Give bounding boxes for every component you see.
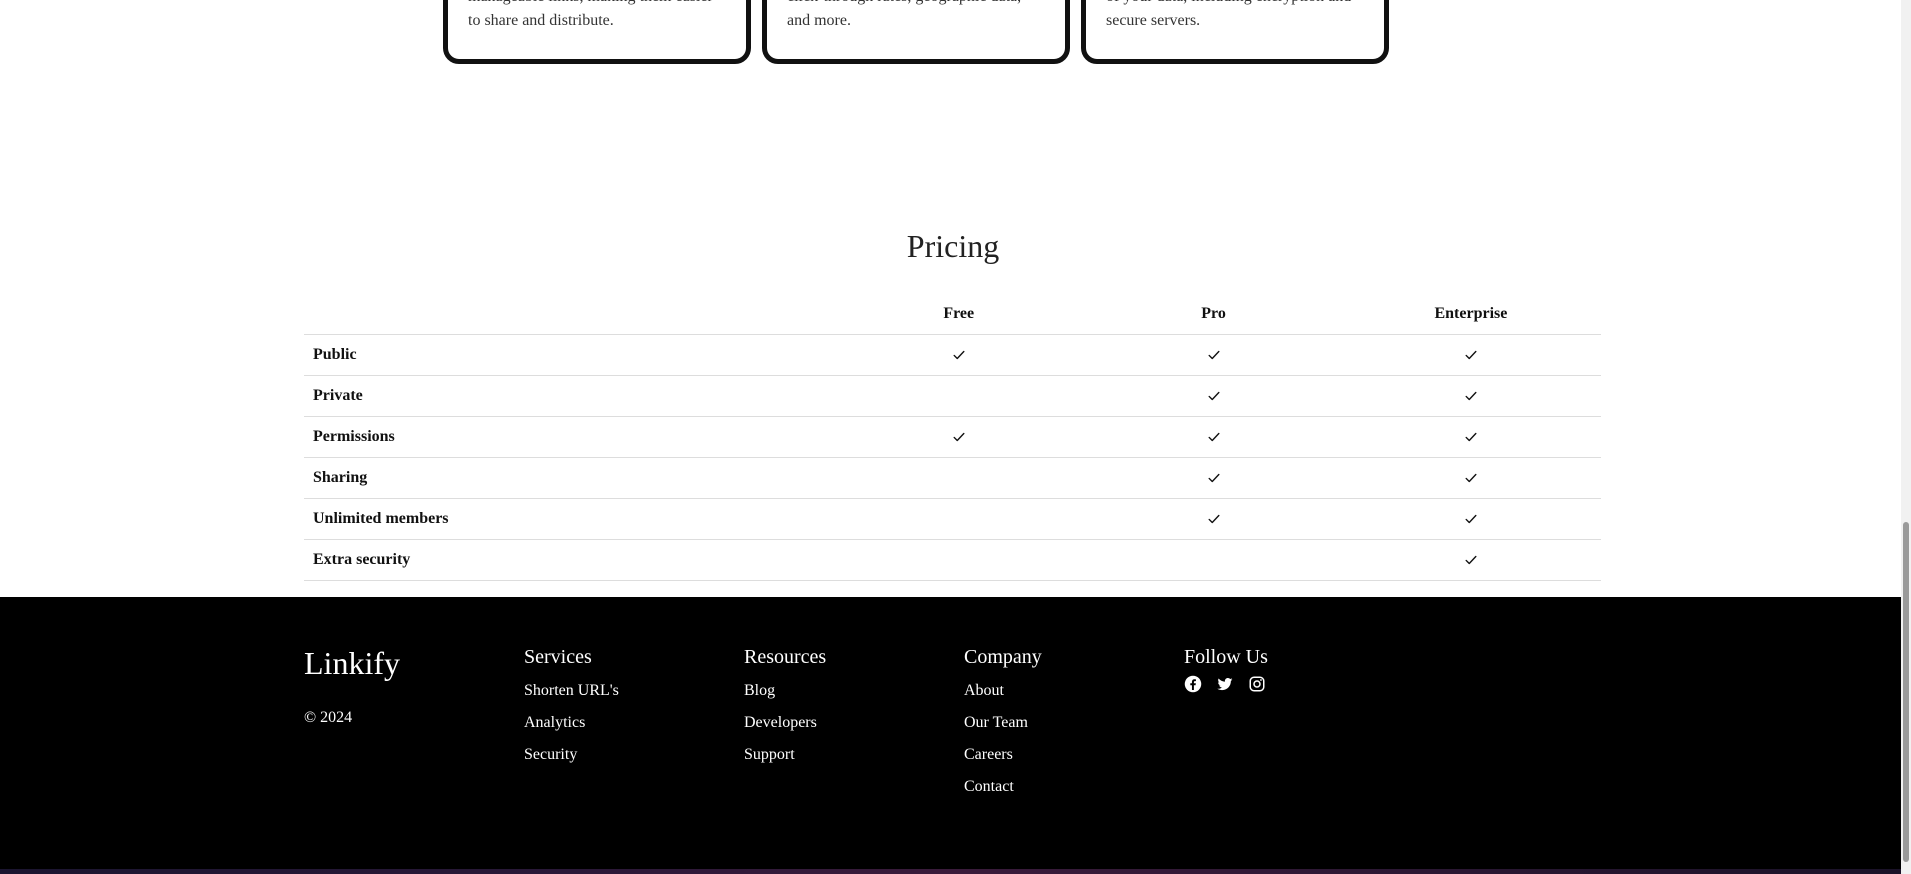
pricing-cell-pro — [1086, 498, 1341, 540]
pricing-feature-label: Extra security — [304, 539, 832, 581]
scrollbar[interactable] — [1901, 0, 1911, 874]
pricing-cell-free — [831, 334, 1087, 376]
plan-header-enterprise: Enterprise — [1340, 293, 1601, 335]
check-icon — [1464, 387, 1478, 404]
pricing-table: Free Pro Enterprise Public Private Permiss… — [304, 293, 1601, 581]
scrollbar-thumb[interactable] — [1903, 522, 1909, 862]
social-links — [1184, 675, 1268, 695]
feature-card-shorten: manageable links, making them easier to … — [443, 0, 751, 64]
footer-follow: Follow Us — [1184, 645, 1268, 695]
pricing-cell-pro — [1086, 375, 1341, 417]
copyright-text: © 2024 — [304, 709, 353, 726]
pricing-title: Pricing — [906, 228, 1000, 264]
footer-link-about[interactable]: About — [964, 675, 1042, 707]
twitter-icon[interactable] — [1216, 675, 1236, 695]
footer-resources-title: Resources — [744, 646, 827, 668]
footer-company: Company About Our Team Careers Contact — [964, 645, 1042, 803]
feature-card-text: manageable links, making them easier to … — [468, 0, 713, 29]
pricing-row: Unlimited members — [304, 498, 1601, 540]
instagram-icon[interactable] — [1248, 675, 1268, 695]
pricing-cell-enterprise — [1340, 498, 1601, 540]
check-icon — [1207, 428, 1221, 445]
pricing-cell-pro — [1086, 334, 1341, 376]
check-icon — [1464, 346, 1478, 363]
footer-link-shorten-urls[interactable]: Shorten URL's — [524, 675, 619, 707]
feature-card-analytics: URLs with detailed analytics, including … — [762, 0, 1070, 64]
plan-header-free: Free — [831, 293, 1087, 335]
footer-brand[interactable]: Linkify — [304, 645, 400, 682]
page: manageable links, making them easier to … — [0, 0, 1911, 874]
check-icon — [1464, 510, 1478, 527]
footer-link-security[interactable]: Security — [524, 739, 619, 771]
pricing-cell-pro — [1086, 457, 1341, 499]
background-strip — [0, 869, 1901, 874]
pricing-body: Public Private Permissions Sharing Unlimited… — [304, 334, 1601, 581]
check-icon — [1207, 387, 1221, 404]
pricing-row: Permissions — [304, 416, 1601, 458]
check-icon — [1464, 469, 1478, 486]
footer-link-analytics[interactable]: Analytics — [524, 707, 619, 739]
footer: Linkify © 2024 Services Shorten URL's An… — [0, 597, 1901, 869]
pricing-row: Public — [304, 334, 1601, 376]
pricing-cell-free — [831, 375, 1087, 417]
pricing-header-row: Free Pro Enterprise — [304, 293, 1601, 335]
check-icon — [1464, 551, 1478, 568]
pricing-cell-free — [831, 539, 1087, 581]
pricing-feature-label: Unlimited members — [304, 498, 832, 540]
check-icon — [1207, 346, 1221, 363]
footer-resources: Resources Blog Developers Support — [744, 645, 826, 771]
footer-follow-title: Follow Us — [1184, 646, 1268, 668]
facebook-icon[interactable] — [1184, 675, 1204, 695]
pricing-row: Extra security — [304, 539, 1601, 581]
footer-link-developers[interactable]: Developers — [744, 707, 826, 739]
footer-services-title: Services — [524, 646, 592, 668]
pricing-feature-label: Sharing — [304, 457, 832, 499]
feature-card-text: protect your links and ensure the safety… — [1106, 0, 1351, 29]
pricing-cell-pro — [1086, 539, 1341, 581]
feature-cards: manageable links, making them easier to … — [443, 0, 1389, 64]
pricing-cell-enterprise — [1340, 457, 1601, 499]
pricing-cell-enterprise — [1340, 334, 1601, 376]
footer-link-blog[interactable]: Blog — [744, 675, 826, 707]
pricing-cell-enterprise — [1340, 375, 1601, 417]
check-icon — [1207, 469, 1221, 486]
pricing-row: Sharing — [304, 457, 1601, 499]
pricing-cell-free — [831, 416, 1087, 458]
pricing-cell-enterprise — [1340, 539, 1601, 581]
feature-column-header — [304, 293, 832, 335]
check-icon — [1207, 510, 1221, 527]
footer-company-title: Company — [964, 646, 1042, 668]
pricing-cell-pro — [1086, 416, 1341, 458]
pricing-cell-enterprise — [1340, 416, 1601, 458]
pricing-feature-label: Permissions — [304, 416, 832, 458]
feature-card-security: protect your links and ensure the safety… — [1081, 0, 1389, 64]
footer-link-our-team[interactable]: Our Team — [964, 707, 1042, 739]
pricing-cell-free — [831, 498, 1087, 540]
pricing-cell-free — [831, 457, 1087, 499]
pricing-feature-label: Public — [304, 334, 832, 376]
check-icon — [952, 346, 966, 363]
feature-card-text: URLs with detailed analytics, including … — [787, 0, 1021, 29]
check-icon — [1464, 428, 1478, 445]
pricing-feature-label: Private — [304, 375, 832, 417]
footer-link-contact[interactable]: Contact — [964, 771, 1042, 803]
check-icon — [952, 428, 966, 445]
footer-link-careers[interactable]: Careers — [964, 739, 1042, 771]
footer-services: Services Shorten URL's Analytics Securit… — [524, 645, 619, 771]
footer-link-support[interactable]: Support — [744, 739, 826, 771]
plan-header-pro: Pro — [1086, 293, 1341, 335]
pricing-row: Private — [304, 375, 1601, 417]
